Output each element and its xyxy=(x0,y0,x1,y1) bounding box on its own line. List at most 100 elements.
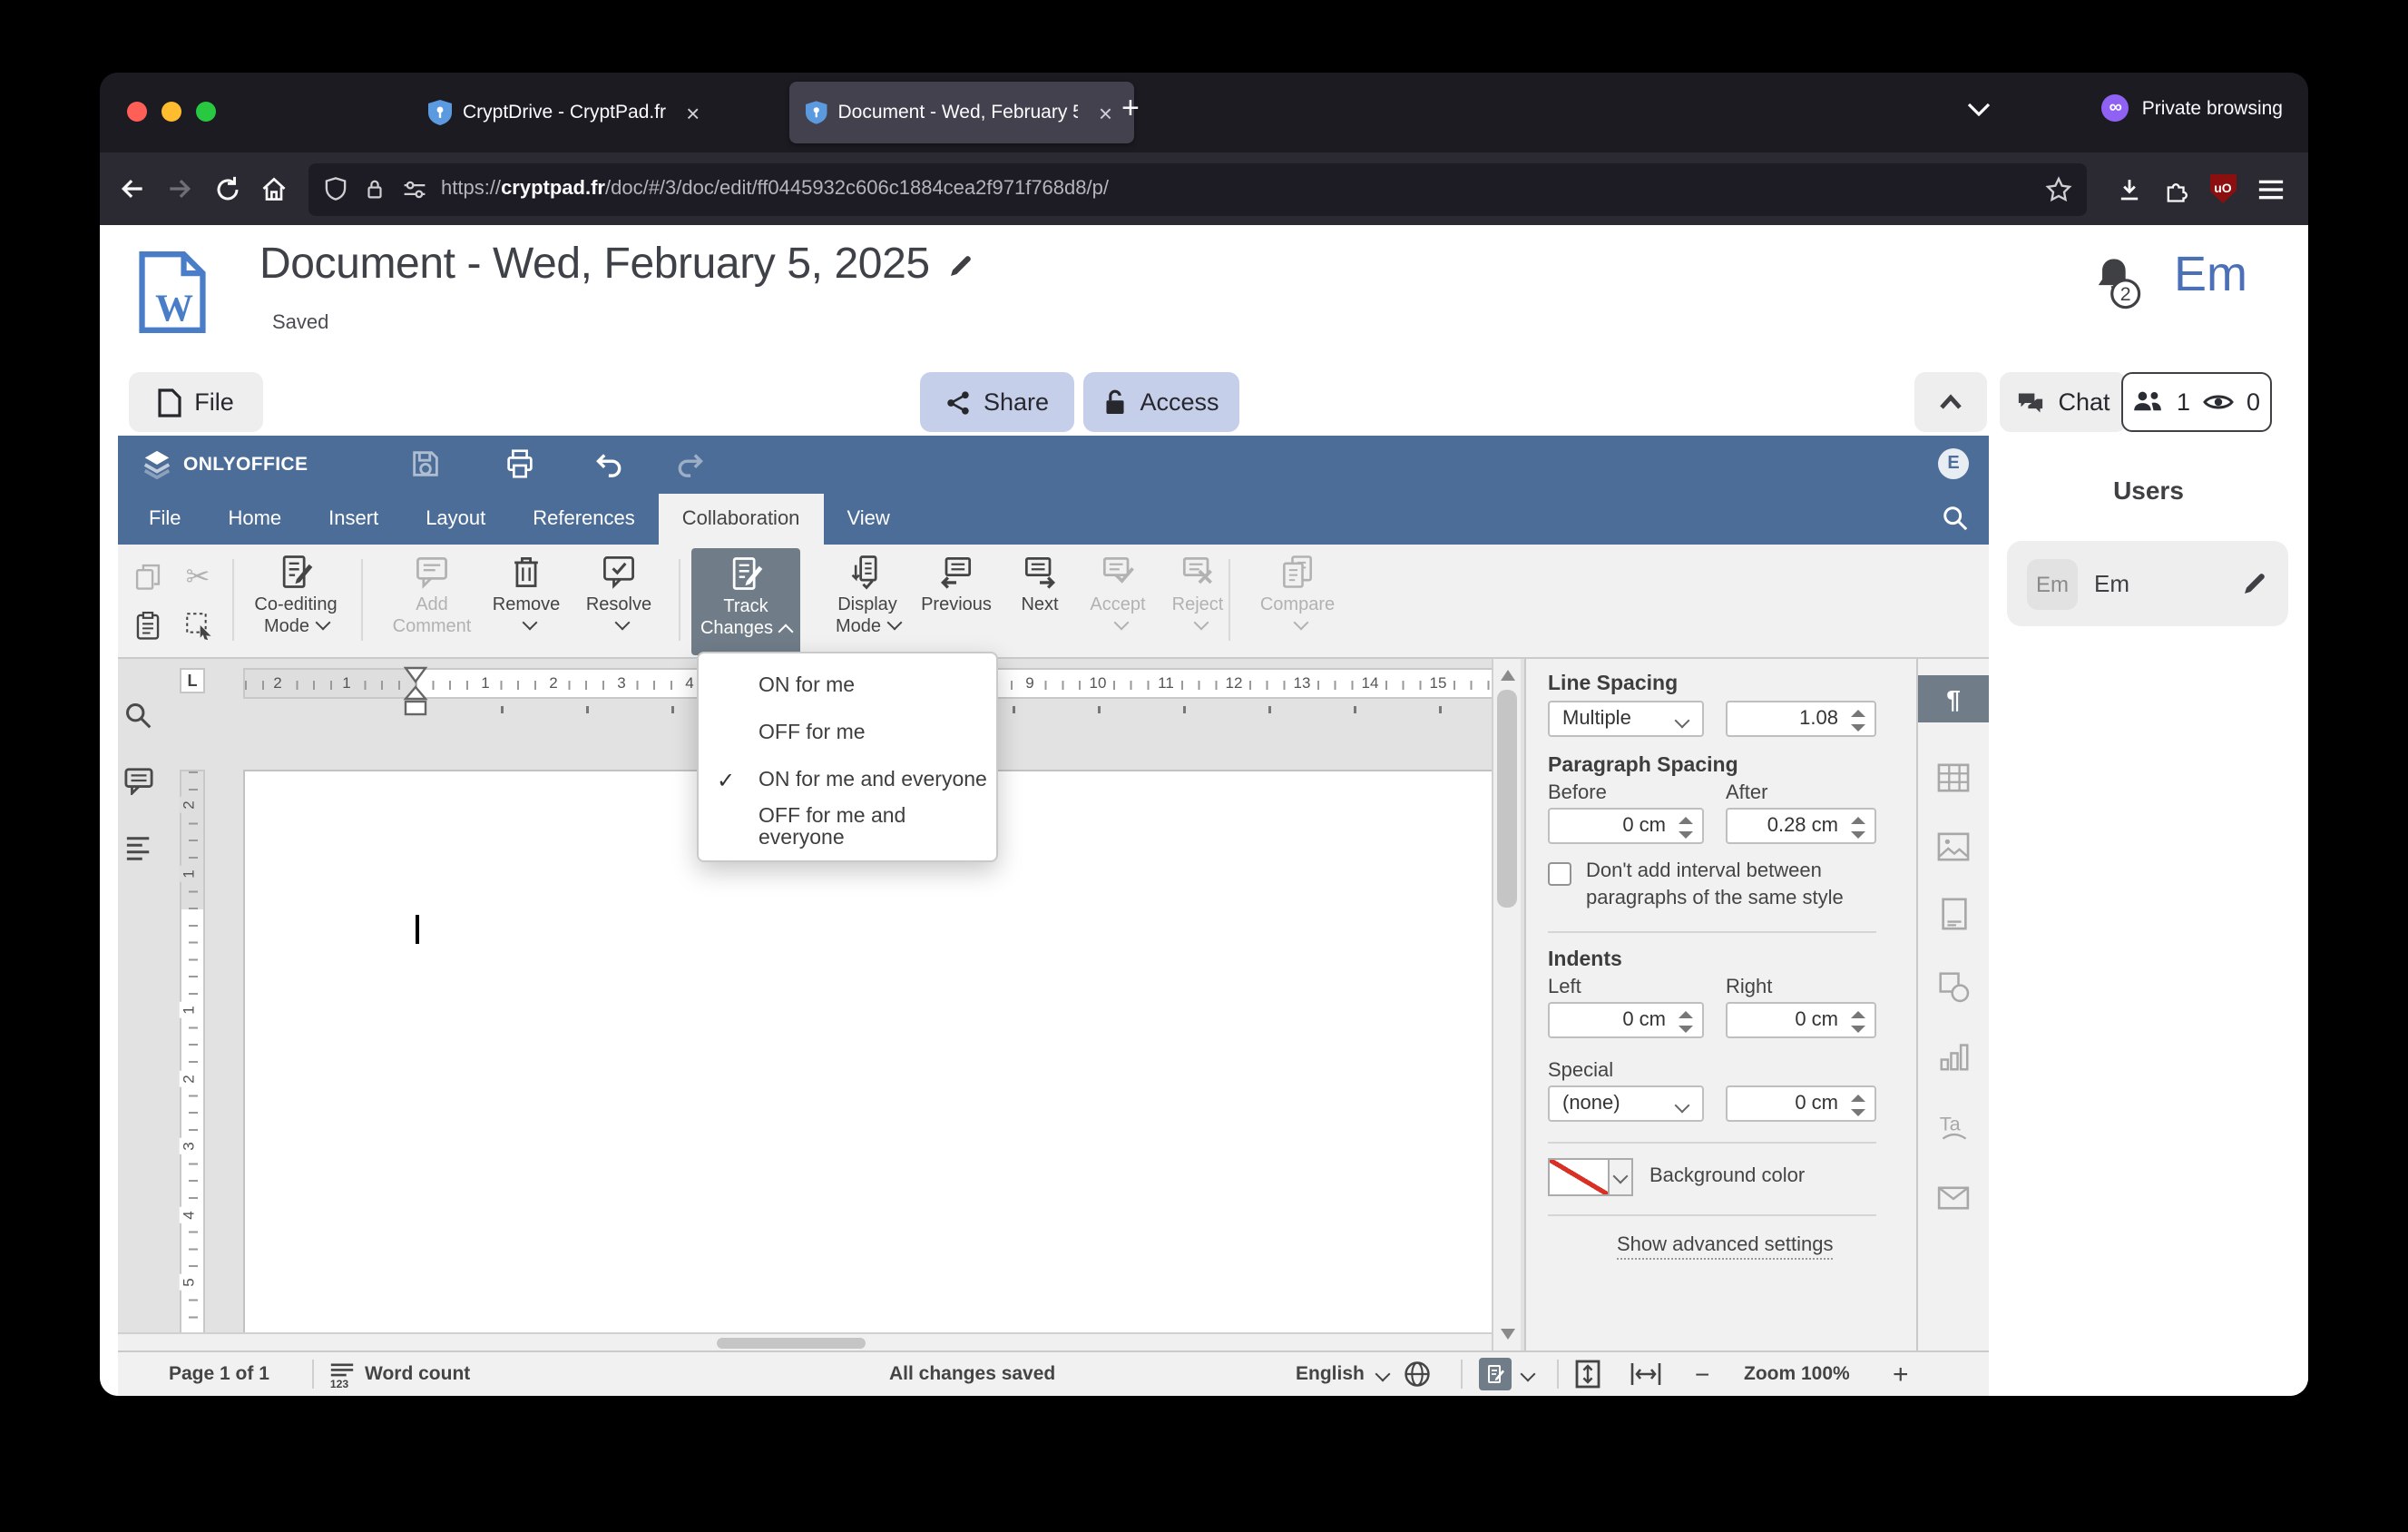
file-menu-button[interactable]: File xyxy=(129,372,263,432)
comments-panel-icon[interactable] xyxy=(123,766,154,795)
share-button[interactable]: Share xyxy=(920,372,1074,432)
horizontal-scrollbar[interactable] xyxy=(118,1332,1492,1350)
user-avatar-badge[interactable]: E xyxy=(1938,448,1969,479)
menu-item-off-for-me[interactable]: ✓ OFF for me xyxy=(699,710,996,757)
track-changes-button[interactable]: Track Changes xyxy=(691,548,800,655)
tab-insert[interactable]: Insert xyxy=(305,494,402,545)
zoom-in-button[interactable]: + xyxy=(1893,1352,1909,1396)
undo-button[interactable] xyxy=(590,447,624,481)
spinner[interactable] xyxy=(1851,708,1867,733)
back-button[interactable] xyxy=(109,165,156,212)
language-selector[interactable]: English xyxy=(1296,1352,1391,1396)
tab-file[interactable]: File xyxy=(125,494,204,545)
forward-button[interactable] xyxy=(156,165,203,212)
collapse-toolbar-button[interactable] xyxy=(1914,372,1987,432)
url-text[interactable]: https://cryptpad.fr/doc/#/3/doc/edit/ff0… xyxy=(441,178,2045,200)
background-color-dropdown[interactable] xyxy=(1610,1158,1633,1196)
spinner[interactable] xyxy=(1679,815,1695,840)
tab-layout[interactable]: Layout xyxy=(402,494,509,545)
mail-merge-settings-icon[interactable] xyxy=(1918,1174,1989,1222)
spacing-before-input[interactable]: 0 cm xyxy=(1548,808,1704,844)
show-advanced-settings-link[interactable]: Show advanced settings xyxy=(1617,1234,1834,1260)
indent-left-input[interactable]: 0 cm xyxy=(1548,1002,1704,1038)
spinner[interactable] xyxy=(1679,1009,1695,1035)
scrollbar-thumb[interactable] xyxy=(717,1338,866,1349)
spacing-after-input[interactable]: 0.28 cm xyxy=(1726,808,1876,844)
tracking-protection-shield-icon[interactable] xyxy=(323,176,348,201)
tab-stop-selector[interactable]: L xyxy=(180,668,205,693)
notifications-bell-icon[interactable]: 2 xyxy=(2089,254,2143,312)
coediting-mode-button[interactable]: Co-editing Mode xyxy=(241,552,350,639)
lock-icon[interactable] xyxy=(363,176,387,201)
vertical-ruler[interactable]: 2 1 1 2 3 4 5 xyxy=(179,770,205,1350)
print-button[interactable] xyxy=(503,447,537,481)
page-count[interactable]: Page 1 of 1 xyxy=(169,1352,269,1396)
maximize-window-button[interactable] xyxy=(196,102,216,122)
word-count-button[interactable]: 123 Word count xyxy=(328,1352,470,1396)
presence-counter[interactable]: 1 0 xyxy=(2121,372,2272,432)
navigation-panel-icon[interactable] xyxy=(123,835,154,862)
edit-title-pencil-icon[interactable] xyxy=(948,251,975,279)
tab-collaboration[interactable]: Collaboration xyxy=(658,494,824,545)
chat-button[interactable]: Chat xyxy=(2000,372,2127,432)
select-all-button[interactable] xyxy=(176,603,220,646)
fit-page-button[interactable] xyxy=(1575,1352,1600,1396)
menu-item-on-for-everyone[interactable]: ✓ ON for me and everyone xyxy=(699,757,996,804)
search-icon[interactable] xyxy=(1942,505,1969,532)
zoom-level[interactable]: Zoom 100% xyxy=(1744,1352,1850,1396)
redo-button[interactable] xyxy=(675,447,710,481)
edit-name-pencil-icon[interactable] xyxy=(2241,570,2268,597)
menu-item-off-for-everyone[interactable]: ✓ OFF for me and everyone xyxy=(699,804,996,851)
new-tab-button[interactable]: + xyxy=(1121,91,1140,127)
menu-hamburger-icon[interactable] xyxy=(2246,165,2294,212)
account-avatar[interactable]: Em xyxy=(2174,247,2247,303)
scroll-down-arrow[interactable] xyxy=(1501,1329,1515,1340)
tab-document-active[interactable]: Document - Wed, February 5, 2 × xyxy=(789,82,1134,143)
indent-marker[interactable] xyxy=(403,666,428,717)
text-art-settings-icon[interactable]: Ta xyxy=(1918,1104,1989,1151)
ublock-origin-icon[interactable]: uO xyxy=(2199,165,2246,212)
find-icon[interactable] xyxy=(123,701,154,732)
resolve-comment-button[interactable]: Resolve xyxy=(564,552,673,639)
add-comment-button[interactable]: Add Comment xyxy=(377,552,486,639)
zoom-out-button[interactable]: − xyxy=(1695,1352,1709,1396)
background-color-swatch[interactable] xyxy=(1548,1158,1610,1196)
copy-button[interactable] xyxy=(125,554,169,597)
list-all-tabs-button[interactable] xyxy=(1967,102,1991,116)
reject-change-button[interactable]: Reject xyxy=(1143,552,1252,639)
close-tab-icon[interactable]: × xyxy=(680,99,705,126)
minimize-window-button[interactable] xyxy=(162,102,181,122)
save-button[interactable] xyxy=(408,447,443,481)
bookmark-star-icon[interactable] xyxy=(2045,175,2072,202)
menu-item-on-for-me[interactable]: ✓ ON for me xyxy=(699,663,996,710)
tab-home[interactable]: Home xyxy=(204,494,305,545)
permissions-icon[interactable] xyxy=(401,177,428,201)
dont-add-interval-checkbox[interactable] xyxy=(1548,862,1571,886)
tab-references[interactable]: References xyxy=(509,494,659,545)
special-indent-select[interactable]: (none) xyxy=(1548,1085,1704,1122)
fit-width-button[interactable] xyxy=(1630,1352,1662,1396)
line-spacing-value-input[interactable]: 1.08 xyxy=(1726,701,1876,737)
spinner[interactable] xyxy=(1851,1093,1867,1118)
tab-view[interactable]: View xyxy=(823,494,913,545)
indent-right-input[interactable]: 0 cm xyxy=(1726,1002,1876,1038)
downloads-button[interactable] xyxy=(2105,165,2152,212)
image-settings-icon[interactable] xyxy=(1918,822,1989,869)
paste-button[interactable] xyxy=(125,603,169,646)
table-settings-icon[interactable] xyxy=(1918,753,1989,800)
compare-button[interactable]: Compare xyxy=(1243,552,1352,639)
vertical-scrollbar[interactable] xyxy=(1492,659,1521,1350)
paragraph-settings-icon[interactable]: ¶ xyxy=(1918,675,1989,722)
url-bar[interactable]: https://cryptpad.fr/doc/#/3/doc/edit/ff0… xyxy=(308,162,2087,215)
spellcheck-globe-icon[interactable] xyxy=(1403,1352,1432,1396)
access-button[interactable]: Access xyxy=(1083,372,1239,432)
scrollbar-thumb[interactable] xyxy=(1497,690,1517,908)
close-tab-icon[interactable]: × xyxy=(1093,99,1118,126)
spinner[interactable] xyxy=(1851,1009,1867,1035)
header-footer-settings-icon[interactable] xyxy=(1918,889,1989,937)
shape-settings-icon[interactable] xyxy=(1918,964,1989,1011)
chart-settings-icon[interactable] xyxy=(1918,1033,1989,1080)
special-indent-value-input[interactable]: 0 cm xyxy=(1726,1085,1876,1122)
extensions-puzzle-icon[interactable] xyxy=(2152,165,2199,212)
scroll-up-arrow[interactable] xyxy=(1501,670,1515,681)
